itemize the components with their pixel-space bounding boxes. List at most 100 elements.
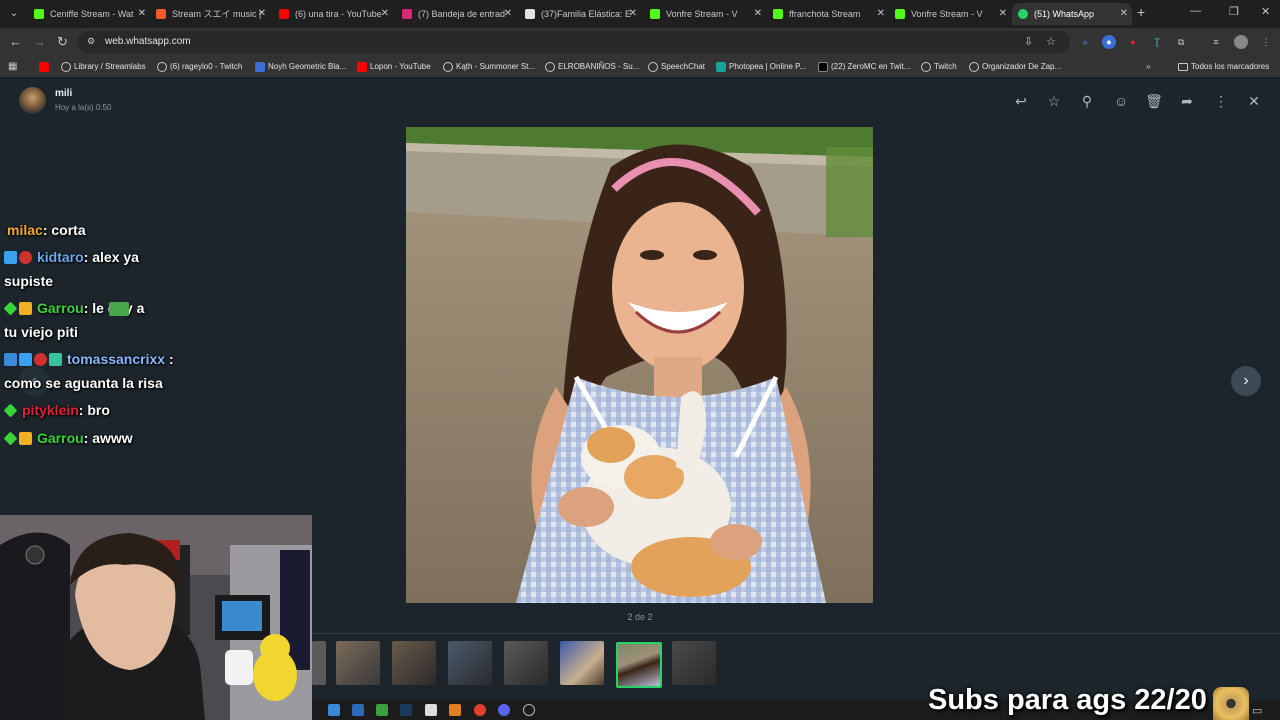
taskbar-app-icon[interactable] bbox=[328, 704, 340, 716]
media-thumbnail[interactable] bbox=[504, 641, 548, 685]
next-media-icon[interactable]: › bbox=[1231, 366, 1261, 396]
translate-icon[interactable]: Ʈ bbox=[1150, 35, 1164, 49]
bookmark-star-icon[interactable]: ☆ bbox=[1046, 35, 1056, 48]
bookmark-item[interactable]: (22) ZeroMC en Twit... bbox=[818, 56, 910, 78]
install-app-icon[interactable]: ⇩ bbox=[1024, 35, 1033, 48]
chrome-menu-icon[interactable]: ⋮ bbox=[1259, 35, 1273, 49]
close-tab-icon[interactable]: ✕ bbox=[877, 3, 885, 25]
instagram-icon bbox=[402, 9, 412, 19]
youtube-icon bbox=[39, 62, 49, 72]
profile-avatar-icon[interactable] bbox=[1234, 35, 1248, 49]
avatar[interactable] bbox=[19, 87, 46, 114]
discord-icon[interactable] bbox=[498, 704, 510, 716]
steam-icon[interactable] bbox=[400, 704, 412, 716]
kick-icon bbox=[773, 9, 783, 19]
close-tab-icon[interactable]: ✕ bbox=[754, 3, 762, 25]
bookmark-item[interactable]: ELROBANIÑOS - Su... bbox=[545, 56, 639, 78]
taskbar-app-icon[interactable] bbox=[449, 704, 461, 716]
close-tab-icon[interactable]: ✕ bbox=[258, 3, 266, 25]
reload-icon[interactable]: ↻ bbox=[57, 34, 68, 50]
chat-text: : corta bbox=[42, 222, 86, 238]
site-info-icon[interactable]: ⚙ bbox=[87, 36, 99, 48]
bookmark-item[interactable]: Twitch bbox=[921, 56, 957, 78]
tab-title: Stream スエイ music | bbox=[172, 9, 262, 19]
browser-tab-active[interactable]: (51) WhatsApp ✕ bbox=[1012, 3, 1132, 25]
address-bar[interactable]: ⚙ web.whatsapp.com ⇩ ☆ bbox=[78, 31, 1070, 53]
close-tab-icon[interactable]: ✕ bbox=[999, 3, 1007, 25]
emoji-react-icon[interactable]: ☺ bbox=[1112, 92, 1130, 110]
restore-icon[interactable]: ❐ bbox=[1229, 5, 1239, 18]
obs-icon[interactable] bbox=[523, 704, 535, 716]
media-thumbnail[interactable] bbox=[392, 641, 436, 685]
more-options-icon[interactable]: ⋮ bbox=[1212, 92, 1230, 110]
close-tab-icon[interactable]: ✕ bbox=[629, 3, 637, 25]
reading-list-icon[interactable]: ≡ bbox=[1209, 35, 1223, 49]
pin-icon[interactable]: ⚲ bbox=[1078, 92, 1096, 110]
taskbar-app-icon[interactable] bbox=[376, 704, 388, 716]
minion-overlay-image bbox=[1213, 687, 1249, 720]
media-thumbnail[interactable] bbox=[560, 641, 604, 685]
taskbar-app-icon[interactable] bbox=[352, 704, 364, 716]
browser-tab[interactable]: (6) una tira - YouTube ✕ bbox=[273, 3, 393, 25]
crown-badge-icon bbox=[19, 302, 32, 315]
address-url[interactable]: web.whatsapp.com bbox=[105, 31, 191, 53]
close-tab-icon[interactable]: ✕ bbox=[381, 3, 389, 25]
new-tab-icon[interactable]: + bbox=[1137, 4, 1145, 20]
sparkle-badge-icon bbox=[3, 301, 18, 316]
bookmark-item[interactable]: Library / Streamlabs bbox=[61, 56, 146, 78]
browser-tab[interactable]: (37)Familia Elástica: E ✕ bbox=[519, 3, 641, 25]
back-icon[interactable]: ← bbox=[9, 34, 22, 50]
close-viewer-icon[interactable]: ✕ bbox=[1245, 92, 1263, 110]
close-tab-icon[interactable]: ✕ bbox=[138, 3, 146, 25]
close-tab-icon[interactable]: ✕ bbox=[504, 3, 512, 25]
reply-icon[interactable]: ↩ bbox=[1012, 92, 1030, 110]
bookmark-label: SpeechChat bbox=[661, 62, 706, 71]
browser-tab[interactable]: Vonfre Stream - V ✕ bbox=[889, 3, 1011, 25]
apps-grid-icon[interactable]: ▦ bbox=[8, 61, 19, 72]
all-bookmarks-folder[interactable]: Todos los marcadores bbox=[1178, 56, 1269, 78]
subs-goal-overlay: Subs para ags 22/20 bbox=[928, 684, 1207, 716]
media-thumbnail[interactable] bbox=[336, 641, 380, 685]
media-thumbnail[interactable] bbox=[312, 641, 326, 685]
tab-title: ffranchota Stream bbox=[789, 9, 861, 19]
browser-tab[interactable]: ffranchota Stream ✕ bbox=[767, 3, 889, 25]
close-tab-icon[interactable]: ✕ bbox=[1120, 3, 1128, 25]
extensions-puzzle-icon[interactable]: ⧉ bbox=[1174, 35, 1188, 49]
media-photo[interactable] bbox=[406, 127, 873, 603]
more-bookmarks-icon[interactable]: » bbox=[1146, 56, 1150, 78]
close-window-icon[interactable]: ✕ bbox=[1261, 5, 1270, 18]
extension-icon[interactable]: ● bbox=[1102, 35, 1116, 49]
bookmark-item[interactable]: (6) rageylo0 - Twitch bbox=[157, 56, 242, 78]
minimize-icon[interactable]: — bbox=[1190, 5, 1201, 17]
bookmark-item[interactable]: Noyh Geometric Bla... bbox=[255, 56, 346, 78]
forward-icon[interactable]: ➦ bbox=[1178, 92, 1196, 110]
browser-tab[interactable]: (7) Bandeja de entrad ✕ bbox=[396, 3, 516, 25]
media-thumbnail-selected[interactable] bbox=[616, 642, 662, 688]
chrome-icon[interactable] bbox=[474, 704, 486, 716]
bookmark-item[interactable]: SpeechChat bbox=[648, 56, 705, 78]
star-icon[interactable]: ☆ bbox=[1045, 92, 1063, 110]
bookmark-item[interactable]: Organizador De Zap... bbox=[969, 56, 1061, 78]
browser-tab[interactable]: Stream スエイ music | ✕ bbox=[150, 3, 270, 25]
forward-icon[interactable]: → bbox=[33, 34, 46, 50]
cube-badge-icon bbox=[4, 251, 17, 264]
tab-search-icon[interactable]: ⌄ bbox=[6, 6, 22, 22]
media-thumbnail[interactable] bbox=[672, 641, 716, 685]
delete-icon[interactable]: 🗑 bbox=[1145, 92, 1163, 110]
media-thumbnail[interactable] bbox=[448, 641, 492, 685]
browser-tab-strip: ⌄ Ceniffe Stream - Wat ✕ Stream スエイ music… bbox=[0, 0, 1280, 28]
bookmark-item[interactable]: Lopon - YouTube bbox=[357, 56, 431, 78]
taskbar-app-icon[interactable] bbox=[425, 704, 437, 716]
extension-icon[interactable]: ● bbox=[1126, 35, 1140, 49]
cube-badge-icon bbox=[19, 353, 32, 366]
notification-icon[interactable]: ▭ bbox=[1252, 704, 1262, 717]
extension-icon[interactable]: » bbox=[1078, 35, 1092, 49]
chat-message: milac: corta bbox=[4, 222, 86, 238]
browser-tab[interactable]: Vonfre Stream - V ✕ bbox=[644, 3, 766, 25]
bookmark-item[interactable]: Photopea | Online P... bbox=[716, 56, 806, 78]
globe-icon bbox=[648, 62, 658, 72]
tab-title: (37)Familia Elástica: E bbox=[541, 9, 632, 19]
browser-tab[interactable]: Ceniffe Stream - Wat ✕ bbox=[28, 3, 150, 25]
bookmark-item[interactable]: Kąth - Summoner St... bbox=[443, 56, 535, 78]
chat-username: kidtaro bbox=[37, 249, 84, 265]
